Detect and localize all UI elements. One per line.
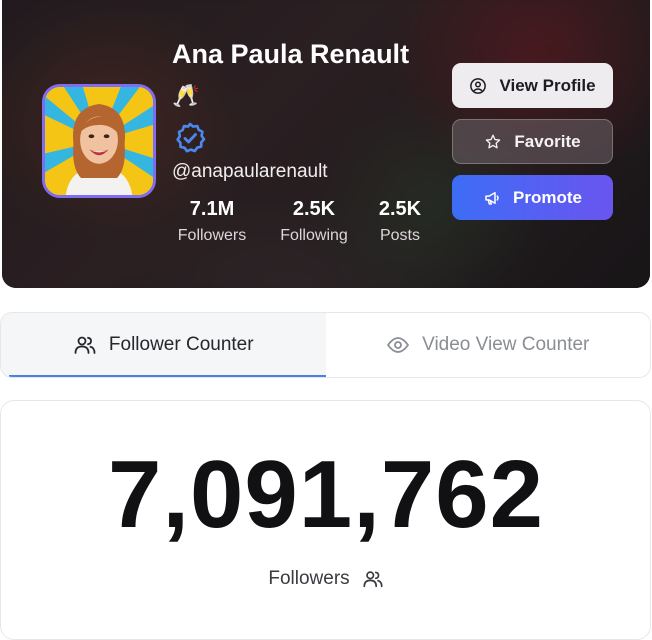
- stat-following-label: Following: [280, 227, 348, 244]
- stat-followers: 7.1M Followers: [170, 197, 254, 247]
- profile-name-text: Ana Paula Renault: [172, 39, 410, 69]
- tab-video-view-counter[interactable]: Video View Counter: [325, 313, 650, 377]
- stat-followers-value: 7.1M: [189, 198, 235, 220]
- stat-posts-label: Posts: [379, 227, 420, 244]
- star-icon: [486, 134, 501, 148]
- profile-name: Ana Paula Renault 🥂: [172, 34, 442, 116]
- view-profile-button[interactable]: View Profile: [452, 63, 613, 108]
- megaphone-icon: [485, 191, 499, 205]
- avatar[interactable]: [42, 84, 156, 198]
- tab-follower-counter[interactable]: Follower Counter: [1, 313, 326, 377]
- favorite-button[interactable]: Favorite: [452, 119, 613, 164]
- follower-count-caption: Followers: [0, 568, 652, 590]
- tab-follower-counter-label: Follower Counter: [108, 334, 254, 355]
- users-icon: [74, 336, 96, 354]
- counter-tabs: Follower Counter Video View Counter: [0, 312, 651, 378]
- users-icon: [363, 571, 383, 588]
- stat-following-value: 2.5K: [292, 198, 336, 220]
- favorite-label: Favorite: [514, 131, 581, 151]
- stat-followers-label: Followers: [177, 227, 247, 244]
- promote-label: Promote: [513, 187, 582, 207]
- stat-following: 2.5K Following: [268, 197, 360, 247]
- profile-header-card: Ana Paula Renault 🥂 @anapaularenault 7.1…: [2, 0, 650, 288]
- promote-button[interactable]: Promote: [452, 175, 613, 220]
- avatar-image: [45, 87, 153, 195]
- tab-video-view-counter-label: Video View Counter: [422, 334, 590, 355]
- follower-count-label: Followers: [268, 568, 350, 589]
- verified-badge-icon: [176, 122, 206, 153]
- eye-icon: [387, 337, 410, 353]
- user-circle-icon: [470, 77, 487, 94]
- follower-count-value: 7,091,762: [107, 441, 545, 548]
- stat-posts-value: 2.5K: [378, 198, 422, 220]
- profile-handle[interactable]: @anapaularenault: [172, 160, 328, 184]
- view-profile-label: View Profile: [499, 75, 596, 95]
- stat-posts: 2.5K Posts: [370, 197, 430, 247]
- champagne-emoji: 🥂: [172, 83, 200, 108]
